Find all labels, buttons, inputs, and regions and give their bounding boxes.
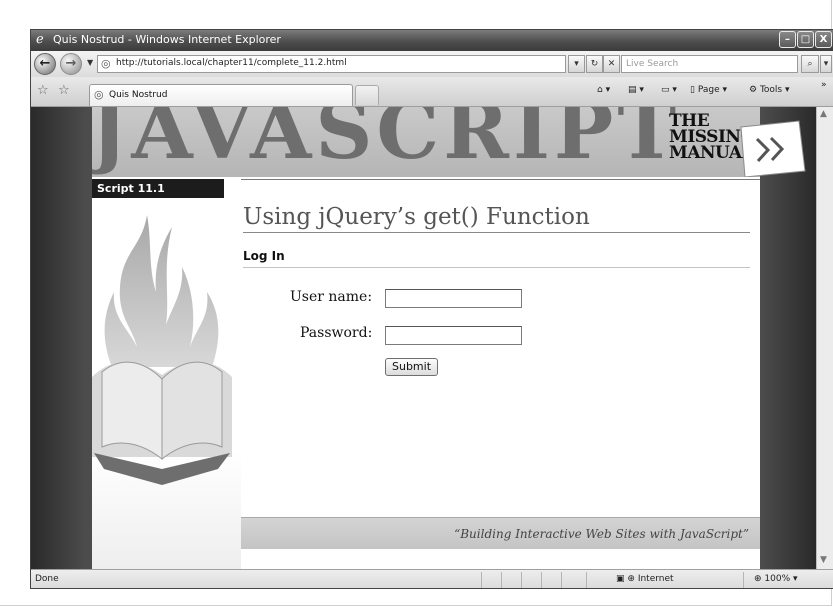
divider	[541, 572, 542, 588]
divider	[561, 572, 562, 588]
browser-window: ℯ Quis Nostrud - Windows Internet Explor…	[30, 29, 833, 589]
username-input[interactable]	[385, 289, 522, 308]
address-url: http://tutorials.local/chapter11/complet…	[116, 58, 347, 68]
tab-quis-nostrud[interactable]: ◎ Quis Nostrud	[89, 84, 353, 106]
zoom-level[interactable]: ⊕ 100% ▾	[754, 574, 798, 584]
divider	[743, 572, 744, 588]
address-field[interactable]: ◎ http://tutorials.local/chapter11/compl…	[97, 55, 566, 73]
banner-wordmark: JAVASCRIPT	[92, 107, 681, 177]
tab-label: Quis Nostrud	[109, 90, 168, 100]
protected-mode-icon: ▣	[616, 574, 625, 584]
home-icon[interactable]: ⌂ ▾	[597, 85, 610, 95]
status-text: Done	[35, 574, 59, 584]
search-placeholder: Live Search	[626, 59, 679, 69]
page-menu-label: Page	[697, 85, 720, 95]
security-zone[interactable]: ▣ ⊕ Internet	[616, 574, 674, 584]
search-input[interactable]: Live Search	[621, 55, 798, 73]
chevron-down-icon: ▾	[823, 59, 829, 69]
submit-button[interactable]: Submit	[385, 358, 438, 376]
scroll-down-icon[interactable]: ▼	[820, 555, 827, 565]
close-icon: ✕	[607, 59, 616, 69]
recent-pages-dropdown-icon[interactable]: ▼	[87, 58, 93, 67]
divider	[521, 572, 522, 588]
zoom-value: 100%	[764, 574, 791, 584]
zone-label: Internet	[637, 574, 674, 584]
divider	[501, 572, 502, 588]
sidebar: Script 11.1	[92, 177, 241, 569]
close-button[interactable]: X	[815, 31, 832, 48]
window-controls: – □ X	[778, 31, 832, 50]
page-footer: “Building Interactive Web Sites with Jav…	[241, 517, 760, 549]
footer-quote: “Building Interactive Web Sites with Jav…	[454, 527, 749, 541]
page-icon: ◎	[101, 57, 111, 70]
username-label: User name:	[290, 289, 373, 305]
main-content: Using jQuery’s get() Function Log In Use…	[241, 177, 760, 569]
vertical-scrollbar[interactable]: ▲ ▼	[816, 107, 833, 569]
search-options-button[interactable]: ▾	[820, 55, 832, 73]
page-icon: ◎	[94, 88, 104, 101]
divider	[243, 232, 750, 233]
divider	[481, 572, 482, 588]
page-viewport: JAVASCRIPT THE MISSING MANUAL Script 11.…	[31, 107, 816, 569]
zoom-icon: ⊕	[754, 574, 762, 584]
site-banner: JAVASCRIPT THE MISSING MANUAL	[92, 107, 760, 177]
status-bar: Done ▣ ⊕ Internet ⊕ 100% ▾	[31, 569, 833, 588]
divider	[241, 179, 760, 180]
toolbar-overflow-icon[interactable]: »	[821, 80, 827, 90]
password-label: Password:	[300, 325, 373, 341]
title-bar[interactable]: ℯ Quis Nostrud - Windows Internet Explor…	[31, 30, 833, 51]
refresh-icon: ↻	[590, 59, 599, 69]
stop-button[interactable]: ✕	[603, 55, 620, 73]
address-toolbar: ← → ▼ ◎ http://tutorials.local/chapter11…	[31, 51, 833, 77]
divider	[243, 267, 750, 268]
divider	[586, 572, 587, 588]
search-icon: ⌕	[807, 59, 813, 69]
minimize-button[interactable]: –	[779, 31, 796, 48]
scroll-up-icon[interactable]: ▲	[820, 109, 827, 119]
window-title: Quis Nostrud - Windows Internet Explorer	[53, 33, 281, 46]
print-icon[interactable]: ▭ ▾	[661, 85, 677, 95]
forward-button[interactable]: →	[60, 53, 82, 75]
tools-menu-label: Tools	[759, 85, 783, 95]
back-button[interactable]: ←	[34, 53, 56, 75]
globe-icon: ⊕	[627, 574, 635, 584]
refresh-button[interactable]: ↻	[586, 55, 603, 73]
new-tab-button[interactable]	[355, 85, 379, 105]
favorites-star-icon[interactable]: ☆	[37, 83, 49, 98]
ie-logo-icon: ℯ	[36, 32, 44, 47]
tab-bar: ☆ ☆ ◎ Quis Nostrud ⌂ ▾ ▤ ▾ ▭ ▾ ▯ Page ▾ …	[31, 77, 833, 107]
chevron-down-icon: ▾	[574, 59, 579, 69]
maximize-button[interactable]: □	[797, 31, 814, 48]
page-title: Using jQuery’s get() Function	[243, 204, 590, 230]
login-heading: Log In	[243, 249, 285, 263]
tools-menu[interactable]: ⚙ Tools ▾	[749, 85, 790, 95]
address-dropdown-button[interactable]: ▾	[568, 55, 585, 73]
flaming-book-icon	[92, 215, 232, 485]
add-favorites-icon[interactable]: ☆	[58, 83, 70, 98]
forward-chevron-icon	[740, 120, 806, 178]
page-icon: ▯	[690, 85, 695, 95]
back-arrow-icon: ←	[39, 56, 51, 71]
feeds-icon[interactable]: ▤ ▾	[628, 85, 644, 95]
forward-arrow-icon: →	[65, 56, 77, 71]
search-button[interactable]: ⌕	[801, 55, 819, 73]
page-menu[interactable]: ▯ Page ▾	[690, 85, 727, 95]
password-input[interactable]	[385, 326, 522, 345]
gear-icon: ⚙	[749, 85, 758, 95]
script-label: Script 11.1	[92, 179, 224, 198]
